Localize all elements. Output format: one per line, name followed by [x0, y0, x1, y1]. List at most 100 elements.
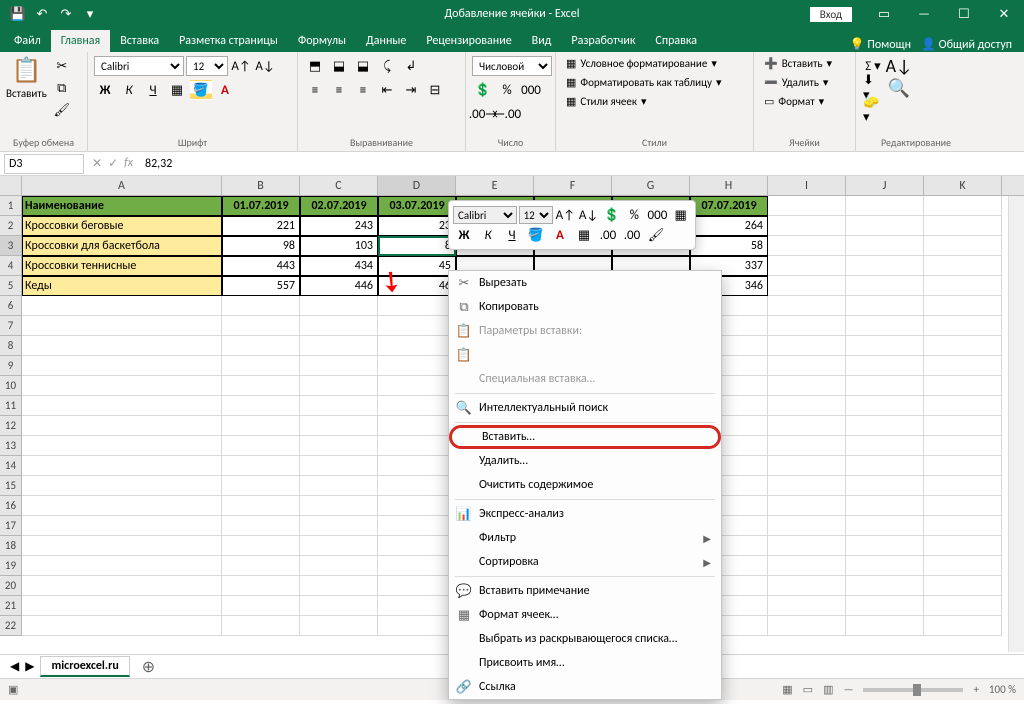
cell[interactable] — [300, 436, 378, 456]
row-header[interactable]: 15 — [0, 476, 22, 496]
ctx-pick-from-list[interactable]: Выбрать из раскрывающегося списка… — [449, 627, 721, 651]
cell[interactable] — [846, 456, 924, 476]
cell[interactable] — [846, 316, 924, 336]
mini-fontcolor-icon[interactable]: А — [549, 225, 571, 245]
cell[interactable]: 243 — [300, 216, 378, 236]
cell[interactable] — [768, 476, 846, 496]
view-pagelayout-icon[interactable]: ▭ — [803, 683, 813, 696]
cell[interactable] — [846, 476, 924, 496]
qat-dropdown-icon[interactable]: ▾ — [80, 4, 100, 24]
ctx-clear[interactable]: Очистить содержимое — [449, 473, 721, 497]
cell[interactable] — [22, 456, 222, 476]
cell[interactable] — [378, 416, 456, 436]
cell[interactable] — [300, 496, 378, 516]
mini-italic-icon[interactable]: К — [477, 225, 499, 245]
cell[interactable] — [846, 196, 924, 216]
row-header[interactable]: 6 — [0, 296, 22, 316]
sheet-nav-first-icon[interactable]: ◀ — [10, 659, 19, 674]
number-format-select[interactable]: Числовой — [472, 56, 552, 76]
tab-review[interactable]: Рецензирование — [416, 30, 521, 52]
cell-styles-button[interactable]: ▦Стили ячеек ▾ — [562, 94, 650, 109]
cell[interactable] — [222, 536, 300, 556]
cell[interactable]: 221 — [222, 216, 300, 236]
tab-developer[interactable]: Разработчик — [561, 30, 645, 52]
cell[interactable] — [846, 356, 924, 376]
cell[interactable] — [222, 496, 300, 516]
cell[interactable] — [768, 336, 846, 356]
ctx-format-cells[interactable]: ▦Формат ячеек… — [449, 603, 721, 627]
col-header[interactable]: K — [924, 176, 1002, 195]
border-icon[interactable]: ▦ — [166, 80, 188, 100]
cell[interactable] — [846, 216, 924, 236]
cell[interactable] — [378, 496, 456, 516]
cell[interactable] — [768, 456, 846, 476]
cell[interactable] — [22, 536, 222, 556]
cell[interactable] — [924, 216, 1002, 236]
mini-increase-font-icon[interactable]: A↑ — [555, 205, 576, 225]
cell[interactable] — [846, 276, 924, 296]
cell[interactable] — [768, 196, 846, 216]
cell[interactable] — [222, 356, 300, 376]
cell[interactable]: Кроссовки для баскетбола — [22, 236, 222, 256]
cell[interactable] — [846, 376, 924, 396]
cell[interactable] — [300, 376, 378, 396]
mini-fill-icon[interactable]: 🪣 — [525, 225, 547, 245]
cell[interactable] — [378, 476, 456, 496]
col-header[interactable]: D — [378, 176, 456, 195]
ctx-define-name[interactable]: Присвоить имя… — [449, 651, 721, 675]
enter-formula-icon[interactable]: ✓ — [108, 156, 118, 171]
cell[interactable]: 23 — [378, 216, 456, 236]
col-header[interactable]: I — [768, 176, 846, 195]
cell[interactable] — [22, 436, 222, 456]
cell[interactable] — [924, 236, 1002, 256]
cell[interactable] — [300, 616, 378, 636]
tab-pagelayout[interactable]: Разметка страницы — [169, 30, 288, 52]
find-select-icon[interactable]: 🔍 — [888, 78, 910, 98]
row-header[interactable]: 7 — [0, 316, 22, 336]
comma-icon[interactable]: 000 — [520, 80, 542, 100]
cell[interactable] — [378, 436, 456, 456]
minimize-icon[interactable]: — — [904, 0, 944, 28]
decrease-indent-icon[interactable]: ⇤ — [376, 80, 398, 100]
cell[interactable] — [768, 296, 846, 316]
ctx-insert-comment[interactable]: 💬Вставить примечание — [449, 579, 721, 603]
cell[interactable] — [300, 296, 378, 316]
decrease-font-icon[interactable]: A↓ — [254, 56, 276, 76]
col-header[interactable]: E — [456, 176, 534, 195]
mini-decimal-inc-icon[interactable]: .00 — [597, 225, 619, 245]
cell[interactable]: 264 — [690, 216, 768, 236]
cell[interactable] — [924, 496, 1002, 516]
mini-percent-icon[interactable]: % — [624, 205, 645, 225]
ctx-link[interactable]: 🔗Ссылка — [449, 675, 721, 699]
cell[interactable] — [378, 596, 456, 616]
cell[interactable] — [222, 436, 300, 456]
cell[interactable] — [846, 436, 924, 456]
wrap-text-icon[interactable]: ↲ — [400, 56, 422, 76]
cell[interactable] — [846, 236, 924, 256]
cell[interactable] — [222, 416, 300, 436]
cell[interactable] — [378, 576, 456, 596]
cell[interactable] — [222, 376, 300, 396]
ctx-delete[interactable]: Удалить… — [449, 449, 721, 473]
cell[interactable] — [768, 396, 846, 416]
cell[interactable]: Кеды — [22, 276, 222, 296]
cell[interactable] — [22, 496, 222, 516]
row-header[interactable]: 10 — [0, 376, 22, 396]
mini-underline-icon[interactable]: Ч — [501, 225, 523, 245]
cell[interactable]: 01.07.2019 — [222, 196, 300, 216]
currency-icon[interactable]: 💲 — [472, 80, 494, 100]
cell[interactable] — [378, 296, 456, 316]
zoom-level[interactable]: 100 % — [989, 683, 1016, 696]
tab-view[interactable]: Вид — [522, 30, 562, 52]
row-header[interactable]: 3 — [0, 236, 22, 256]
cell[interactable] — [22, 416, 222, 436]
col-header[interactable]: C — [300, 176, 378, 195]
cell[interactable] — [768, 556, 846, 576]
bold-icon[interactable]: Ж — [94, 80, 116, 100]
increase-indent-icon[interactable]: ⇥ — [400, 80, 422, 100]
row-header[interactable]: 4 — [0, 256, 22, 276]
tab-help[interactable]: Справка — [645, 30, 707, 52]
sheet-tab[interactable]: microexcel.ru — [40, 656, 129, 677]
cell[interactable] — [924, 396, 1002, 416]
cell[interactable] — [300, 596, 378, 616]
